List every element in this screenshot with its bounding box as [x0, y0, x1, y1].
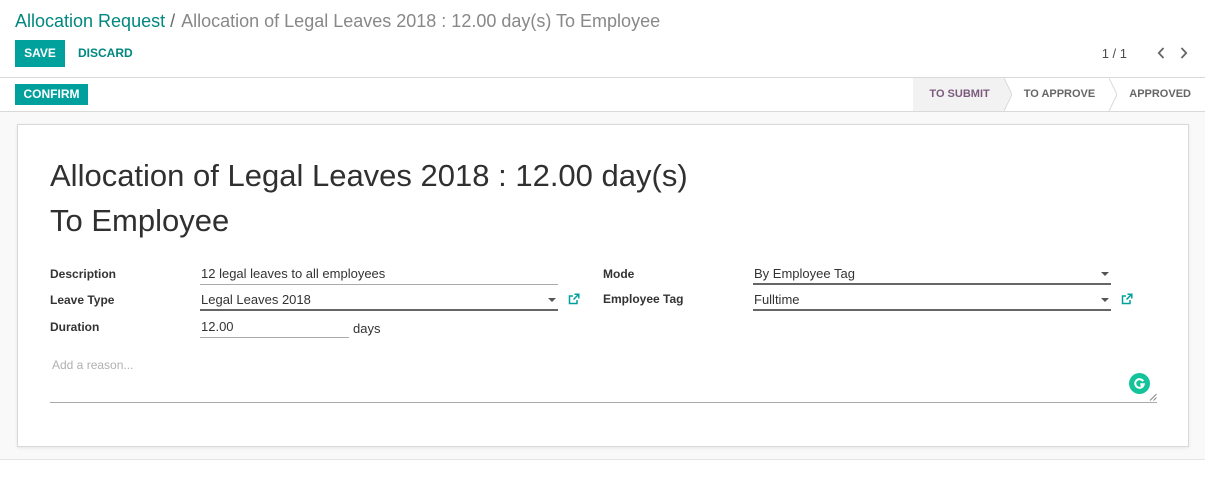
record-title: Allocation of Legal Leaves 2018 : 12.00 … [50, 153, 750, 243]
leave-type-value: Legal Leaves 2018 [201, 292, 311, 307]
record-title-line: Allocation of Legal Leaves 2018 : 12.00 … [50, 158, 688, 193]
stage-label: APPROVED [1129, 88, 1191, 100]
stage-to-approve[interactable]: TO APPROVE [1004, 78, 1118, 111]
chevron-right-icon[interactable] [1177, 44, 1191, 62]
description-field[interactable]: 12 legal leaves to all employees [200, 265, 558, 285]
save-button[interactable]: SAVE [15, 40, 65, 67]
pager-value[interactable]: 1 / 1 [1102, 46, 1127, 61]
mode-select[interactable]: By Employee Tag [753, 265, 1111, 285]
breadcrumb: Allocation Request / Allocation of Legal L… [15, 11, 660, 32]
stage-label: TO SUBMIT [929, 88, 990, 100]
external-link-icon[interactable] [1121, 293, 1133, 305]
discard-button[interactable]: DISCARD [72, 40, 139, 67]
leave-type-select[interactable]: Legal Leaves 2018 [200, 291, 558, 311]
mode-label: Mode [603, 267, 635, 281]
mode-value: By Employee Tag [754, 266, 855, 281]
duration-field[interactable]: 12.00 [200, 318, 349, 338]
stage-label: TO APPROVE [1023, 88, 1096, 100]
external-link-icon[interactable] [568, 293, 580, 305]
chevron-left-icon[interactable] [1154, 44, 1168, 62]
employee-tag-label: Employee Tag [603, 292, 684, 306]
resize-handle-icon[interactable] [1149, 393, 1157, 401]
description-label: Description [50, 267, 117, 281]
record-title-line: To Employee [50, 203, 230, 238]
reason-placeholder: Add a reason... [52, 358, 134, 372]
breadcrumb-parent-link[interactable]: Allocation Request [15, 11, 165, 31]
employee-tag-value: Fulltime [754, 292, 800, 307]
chevron-down-icon[interactable] [1101, 272, 1109, 276]
breadcrumb-current: Allocation of Legal Leaves 2018 : 12.00 … [181, 11, 661, 31]
chevron-down-icon[interactable] [1101, 298, 1109, 302]
control-panel: Allocation Request / Allocation of Legal L… [0, 0, 1205, 78]
duration-unit: days [353, 321, 381, 336]
confirm-button[interactable]: CONFIRM [15, 84, 88, 105]
breadcrumb-separator: / [170, 11, 176, 31]
chevron-down-icon[interactable] [548, 298, 556, 302]
pager: 1 / 1 [1102, 44, 1191, 62]
duration-label: Duration [50, 320, 100, 334]
statusbar: CONFIRM TO SUBMIT TO APPROVE APPROVED [0, 78, 1205, 112]
employee-tag-select[interactable]: Fulltime [753, 291, 1111, 311]
stage-approved[interactable]: APPROVED [1109, 78, 1205, 111]
reason-textarea[interactable]: Add a reason... [50, 354, 1157, 403]
leave-type-label: Leave Type [50, 293, 115, 307]
stage-to-submit[interactable]: TO SUBMIT [913, 78, 1012, 111]
stage-pipeline: TO SUBMIT TO APPROVE APPROVED [913, 78, 1205, 111]
form-sheet: Allocation of Legal Leaves 2018 : 12.00 … [17, 124, 1189, 447]
grammarly-icon[interactable] [1129, 373, 1150, 394]
